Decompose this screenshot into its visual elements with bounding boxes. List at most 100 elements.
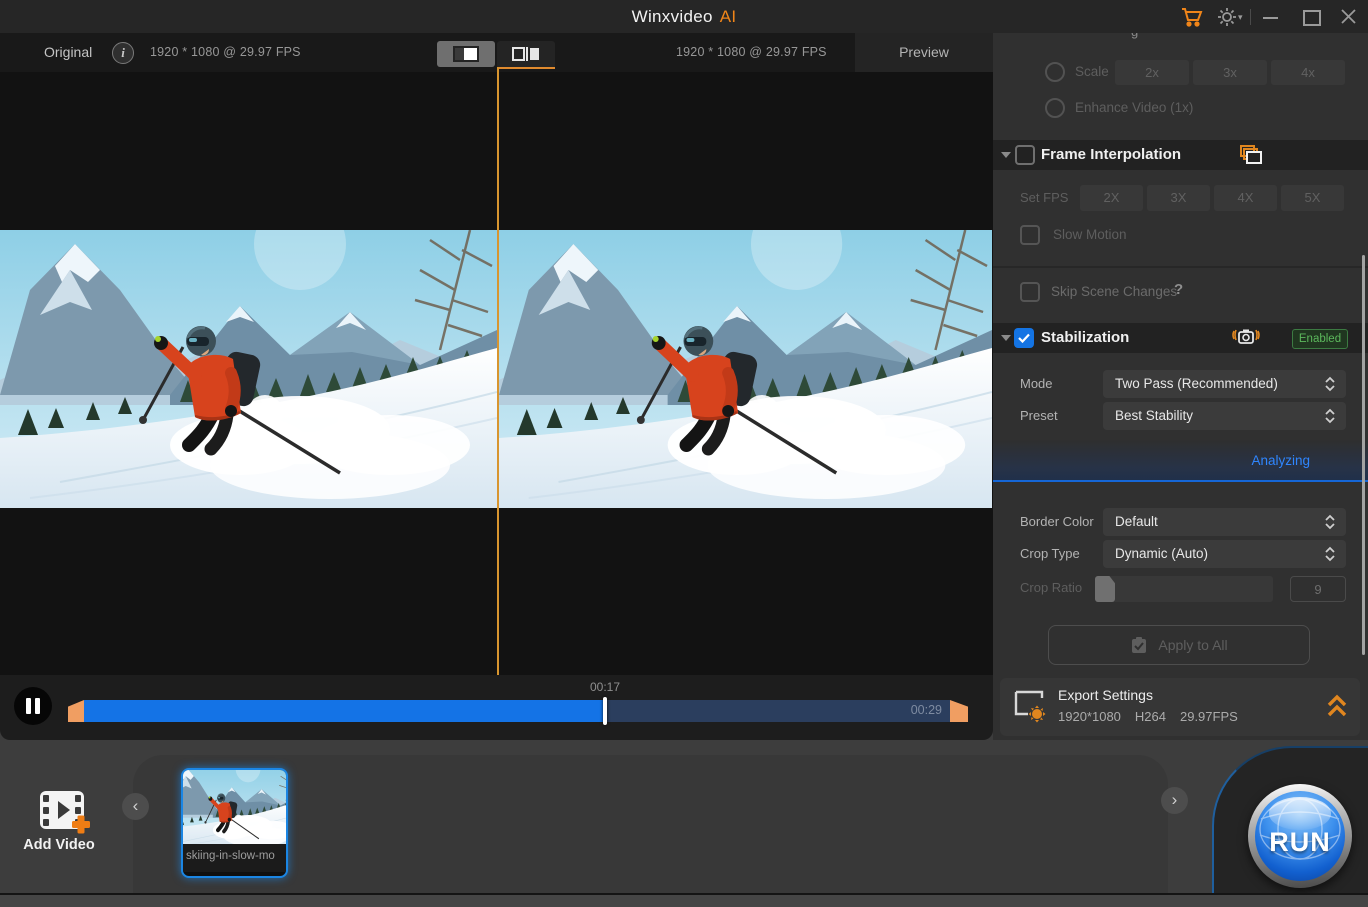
preset-select[interactable]: Best Stability xyxy=(1103,402,1346,430)
slow-motion-checkbox[interactable] xyxy=(1020,225,1040,245)
add-video-icon xyxy=(36,783,92,844)
mode-value: Two Pass (Recommended) xyxy=(1115,376,1278,391)
panel-scrollbar[interactable] xyxy=(1362,255,1365,655)
analyzing-progress: Analyzing xyxy=(993,440,1368,482)
scale-4x-button[interactable]: 4x xyxy=(1271,60,1345,85)
run-button-face: RUN xyxy=(1255,791,1345,881)
export-codec: H264 xyxy=(1134,709,1166,724)
carousel-right-button[interactable]: › xyxy=(1161,787,1188,814)
apply-to-all-button[interactable]: Apply to All xyxy=(1048,625,1310,665)
settings-gear-icon[interactable]: ▾ xyxy=(1216,6,1243,33)
border-color-select[interactable]: Default xyxy=(1103,508,1346,536)
clipped-text-fragment: g xyxy=(1131,33,1138,41)
app-window: Winxvideo AI ▾ Original i 1920 * 1080 @ 2… xyxy=(0,0,1368,907)
progress-fill xyxy=(84,700,606,722)
scale-2x-button[interactable]: 2x xyxy=(1115,60,1189,85)
tab-original[interactable]: Original xyxy=(44,33,92,72)
titlebar: Winxvideo AI ▾ xyxy=(0,0,1368,33)
stabilization-collapse-icon[interactable] xyxy=(1001,335,1011,341)
frame-interpolation-title: Frame Interpolation xyxy=(1041,146,1182,163)
add-video-button[interactable]: Add Video xyxy=(0,740,118,893)
scale-label: Scale xyxy=(1075,64,1109,79)
cart-icon[interactable] xyxy=(1180,7,1203,32)
compare-divider[interactable] xyxy=(497,67,499,675)
apply-to-all-label: Apply to All xyxy=(1158,637,1228,653)
clip-name-label: skiing-in-slow-mo xyxy=(183,844,286,872)
info-icon[interactable]: i xyxy=(112,42,134,64)
playhead[interactable] xyxy=(603,697,608,725)
collapse-chevron-icon[interactable] xyxy=(1326,693,1348,724)
titlebar-separator xyxy=(1250,9,1251,25)
app-title-main: Winxvideo xyxy=(631,7,713,26)
progress-track[interactable]: 00:29 xyxy=(68,697,968,725)
add-video-label: Add Video xyxy=(23,837,95,853)
export-fps: 29.97FPS xyxy=(1179,709,1238,724)
close-button[interactable] xyxy=(1340,8,1357,30)
crop-ratio-label: Crop Ratio xyxy=(1020,580,1083,595)
select-chevrons-icon xyxy=(1325,376,1335,392)
check-icon xyxy=(1018,333,1030,343)
clip-thumbnail[interactable]: skiing-in-slow-mo xyxy=(181,768,288,878)
view-mode-split-button[interactable] xyxy=(497,41,555,69)
skip-scene-label: Skip Scene Changes xyxy=(1051,284,1178,299)
current-time-label: 00:17 xyxy=(589,680,621,694)
resolution-label-right: 1920 * 1080 @ 29.97 FPS xyxy=(676,45,827,59)
fps-4x-button[interactable]: 4X xyxy=(1214,185,1277,211)
chevron-right-icon: › xyxy=(1171,790,1178,809)
bottom-bar: Add Video ‹ skiing-in-slow-mo › RUN xyxy=(0,740,1368,893)
tab-preview[interactable]: Preview xyxy=(855,33,993,72)
scale-radio[interactable] xyxy=(1045,62,1065,82)
export-settings-icon xyxy=(1012,688,1052,731)
crop-type-label: Crop Type xyxy=(1020,546,1080,561)
export-settings-title: Export Settings xyxy=(1058,687,1153,703)
fps-2x-button[interactable]: 2X xyxy=(1080,185,1143,211)
run-label: RUN xyxy=(1269,827,1331,857)
select-chevrons-icon xyxy=(1325,546,1335,562)
mode-select[interactable]: Two Pass (Recommended) xyxy=(1103,370,1346,398)
carousel-left-button[interactable]: ‹ xyxy=(122,793,149,820)
slow-motion-label: Slow Motion xyxy=(1053,227,1127,242)
pause-button[interactable] xyxy=(14,687,52,725)
trim-handle-left[interactable] xyxy=(68,700,84,722)
crop-type-value: Dynamic (Auto) xyxy=(1115,546,1209,561)
settings-panel: g Scale 2x 3x 4x Enhance Video (1x) Fram… xyxy=(993,33,1368,740)
export-settings-panel[interactable]: Export Settings 1920*1080 H264 29.97FPS xyxy=(1000,678,1360,736)
skip-scene-checkbox[interactable] xyxy=(1020,282,1040,302)
fps-5x-button[interactable]: 5X xyxy=(1281,185,1344,211)
view-mode-side-button[interactable] xyxy=(437,41,495,67)
panel-divider xyxy=(993,266,1368,268)
chevron-left-icon: ‹ xyxy=(132,796,139,815)
preset-value: Best Stability xyxy=(1115,408,1194,423)
video-pane-original xyxy=(0,230,497,508)
apply-to-all-icon xyxy=(1132,637,1147,653)
run-button[interactable]: RUN xyxy=(1248,784,1352,888)
frame-interpolation-collapse-icon[interactable] xyxy=(1001,152,1011,158)
set-fps-label: Set FPS xyxy=(1020,190,1069,205)
fps-3x-button[interactable]: 3X xyxy=(1147,185,1210,211)
slider-handle[interactable] xyxy=(1095,576,1115,602)
crop-ratio-slider[interactable] xyxy=(1095,576,1273,602)
split-view-icon xyxy=(512,47,539,61)
select-chevrons-icon xyxy=(1325,514,1335,530)
minimize-button[interactable] xyxy=(1263,17,1278,19)
pause-icon xyxy=(26,698,31,714)
analyzing-status: Analyzing xyxy=(1251,453,1310,468)
frame-interpolation-checkbox[interactable] xyxy=(1015,145,1035,165)
trim-handle-right[interactable] xyxy=(950,700,968,722)
resolution-label-left: 1920 * 1080 @ 29.97 FPS xyxy=(150,45,301,59)
enhance-video-radio[interactable] xyxy=(1045,98,1065,118)
status-bar xyxy=(0,893,1368,907)
scale-3x-button[interactable]: 3x xyxy=(1193,60,1267,85)
crop-type-select[interactable]: Dynamic (Auto) xyxy=(1103,540,1346,568)
enhance-video-label: Enhance Video (1x) xyxy=(1075,100,1194,115)
help-icon[interactable]: ? xyxy=(1174,281,1183,298)
app-title: Winxvideo AI xyxy=(0,0,1368,33)
crop-ratio-value[interactable]: 9 xyxy=(1290,576,1346,602)
maximize-button[interactable] xyxy=(1303,10,1321,26)
stabilization-camera-icon xyxy=(1231,327,1261,354)
export-resolution: 1920*1080 xyxy=(1058,709,1121,724)
app-title-accent: AI xyxy=(719,7,737,26)
run-button-gloss xyxy=(1269,797,1331,830)
total-time-label: 00:29 xyxy=(910,703,942,717)
stabilization-checkbox[interactable] xyxy=(1014,328,1034,348)
